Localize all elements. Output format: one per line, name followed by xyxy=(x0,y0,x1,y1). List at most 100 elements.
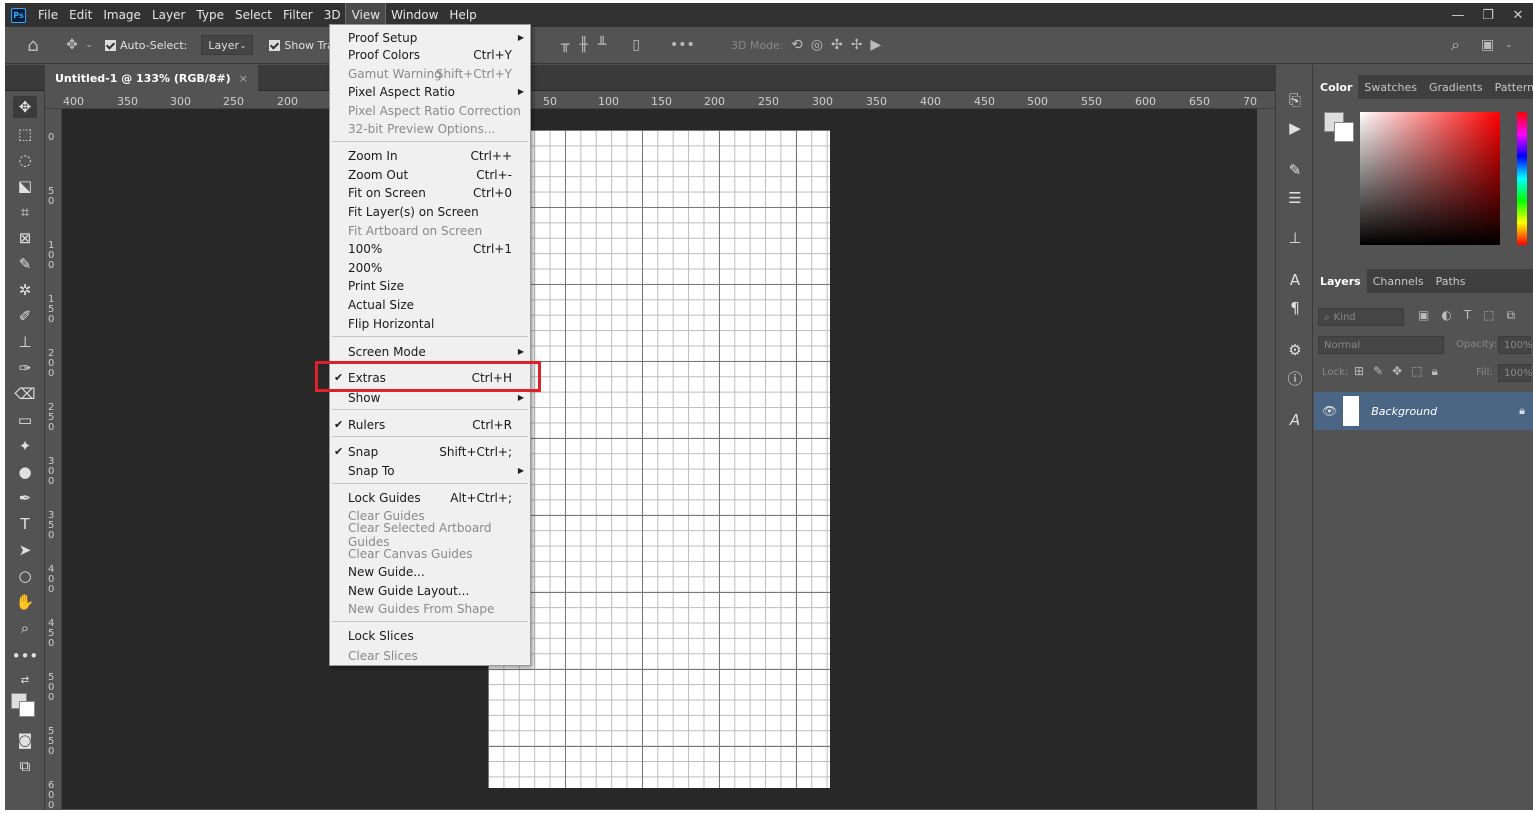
pen-tool-icon[interactable]: ✒ xyxy=(13,487,37,509)
menu-item-200-percent[interactable]: 200% xyxy=(330,258,530,277)
menu-image[interactable]: Image xyxy=(97,3,146,27)
type-filter-icon[interactable]: T xyxy=(1464,308,1471,323)
menu-item-100-percent[interactable]: 100% Ctrl+1 xyxy=(330,239,530,258)
fill-input[interactable]: 100% xyxy=(1498,364,1533,382)
background-color-swatch[interactable] xyxy=(19,701,35,717)
character-panel-icon[interactable]: A xyxy=(1283,269,1307,291)
screen-mode-icon[interactable]: ⧉ xyxy=(13,755,37,777)
image-filter-icon[interactable]: ▣ xyxy=(1418,308,1429,323)
history-panel-icon[interactable]: ⎘ xyxy=(1283,89,1307,111)
tab-paths[interactable]: Paths xyxy=(1430,269,1472,293)
align-bottom-icon[interactable]: ╨ xyxy=(598,37,606,53)
actions-panel-icon[interactable]: ▶ xyxy=(1283,117,1307,139)
menu-item-rulers[interactable]: ✔ Rulers Ctrl+R xyxy=(330,415,530,434)
move-tool-icon[interactable]: ✥ xyxy=(13,96,37,118)
layer-dropdown[interactable]: Layer ⌄ xyxy=(201,35,254,55)
quick-mask-icon[interactable]: ◙ xyxy=(13,729,37,751)
menu-edit[interactable]: Edit xyxy=(63,3,97,27)
healing-tool-icon[interactable]: ✲ xyxy=(13,279,37,301)
tab-layers[interactable]: Layers xyxy=(1314,269,1367,293)
info-icon[interactable]: ⓘ xyxy=(1283,367,1307,389)
history-brush-tool-icon[interactable]: ✑ xyxy=(13,357,37,379)
menu-item-proof-colors[interactable]: Proof Colors Ctrl+Y xyxy=(330,45,530,64)
menu-item-new-guide-layout[interactable]: New Guide Layout... xyxy=(330,581,530,600)
swap-colors-icon[interactable]: ⇄ xyxy=(13,669,37,691)
paragraph-panel-icon[interactable]: ¶ xyxy=(1283,297,1307,319)
menu-item-pixel-aspect-ratio[interactable]: Pixel Aspect Ratio ▶ xyxy=(330,82,530,101)
close-icon[interactable]: ✕ xyxy=(1503,3,1533,27)
horizontal-ruler[interactable]: 400 350 300 250 200 50 100 150 200 250 3… xyxy=(45,92,1275,109)
brush-tool-icon[interactable]: ✐ xyxy=(13,305,37,327)
orbit-3d-icon[interactable]: ⟲ xyxy=(791,37,803,53)
tab-swatches[interactable]: Swatches xyxy=(1358,75,1423,99)
menu-item-snap-to[interactable]: Snap To ▶ xyxy=(330,461,530,480)
color-picker-field[interactable] xyxy=(1360,112,1500,245)
eye-icon[interactable]: 👁︎ xyxy=(1322,404,1337,418)
menu-item-zoom-out[interactable]: Zoom Out Ctrl+- xyxy=(330,165,530,184)
canvas-workspace[interactable] xyxy=(62,109,1257,809)
zoom-tool-icon[interactable]: ⌕ xyxy=(13,617,37,639)
background-color-swatch[interactable] xyxy=(1334,122,1354,142)
menu-item-new-guide[interactable]: New Guide... xyxy=(330,562,530,581)
marquee-tool-icon[interactable]: ⬚ xyxy=(13,123,37,145)
lasso-tool-icon[interactable]: ◌ xyxy=(13,149,37,171)
gradient-tool-icon[interactable]: ▭ xyxy=(13,409,37,431)
dodge-tool-icon[interactable]: ● xyxy=(13,461,37,483)
tab-channels[interactable]: Channels xyxy=(1367,269,1430,293)
menu-select[interactable]: Select xyxy=(229,3,277,27)
tab-gradients[interactable]: Gradients xyxy=(1423,75,1489,99)
clone-source-icon[interactable]: ⊥ xyxy=(1283,227,1307,249)
libraries-icon[interactable]: ⚙ xyxy=(1283,339,1307,361)
shape-filter-icon[interactable]: ⬚ xyxy=(1483,308,1494,323)
smart-object-filter-icon[interactable]: ⧉ xyxy=(1507,308,1516,323)
menu-type[interactable]: Type xyxy=(190,3,229,27)
workspace-icon[interactable]: ▣ xyxy=(1481,37,1494,53)
opacity-input[interactable]: 100% xyxy=(1498,336,1533,354)
menu-item-lock-slices[interactable]: Lock Slices xyxy=(330,626,530,645)
camera-3d-icon[interactable]: ▶ xyxy=(870,37,881,53)
menu-item-snap[interactable]: ✔ Snap Shift+Ctrl+; xyxy=(330,442,530,461)
menu-item-fit-layers[interactable]: Fit Layer(s) on Screen xyxy=(330,202,530,221)
chevron-down-icon[interactable]: ⌄ xyxy=(1505,40,1513,50)
menu-item-extras[interactable]: ✔ Extras Ctrl+H xyxy=(330,368,530,387)
menu-filter[interactable]: Filter xyxy=(277,3,318,27)
menu-item-flip-horizontal[interactable]: Flip Horizontal xyxy=(330,314,530,333)
auto-select-checkbox[interactable]: Auto-Select: xyxy=(105,39,187,52)
chevron-down-icon[interactable]: ⌄ xyxy=(83,40,95,50)
menu-item-print-size[interactable]: Print Size xyxy=(330,276,530,295)
tab-color[interactable]: Color xyxy=(1314,75,1359,99)
ellipse-tool-icon[interactable]: ○ xyxy=(13,565,37,587)
menu-item-fit-on-screen[interactable]: Fit on Screen Ctrl+0 xyxy=(330,183,530,202)
menu-item-screen-mode[interactable]: Screen Mode ▶ xyxy=(330,342,530,361)
menu-item-zoom-in[interactable]: Zoom In Ctrl++ xyxy=(330,146,530,165)
menu-item-show[interactable]: Show ▶ xyxy=(330,388,530,407)
type-tool-icon[interactable]: T xyxy=(13,513,37,535)
search-icon[interactable]: ⌕ xyxy=(1451,35,1460,55)
menu-item-lock-guides[interactable]: Lock Guides Alt+Ctrl+; xyxy=(330,488,530,507)
minimize-icon[interactable]: — xyxy=(1443,3,1473,27)
lock-artboard-icon[interactable]: ⬚ xyxy=(1411,364,1422,379)
align-top-icon[interactable]: ╥ xyxy=(561,37,569,53)
glyphs-icon[interactable]: A xyxy=(1283,409,1307,431)
drag-3d-icon[interactable]: ✣ xyxy=(831,37,843,53)
menu-layer[interactable]: Layer xyxy=(146,3,190,27)
eraser-tool-icon[interactable]: ⌫ xyxy=(13,383,37,405)
lock-pixels-icon[interactable]: ✎ xyxy=(1373,364,1383,379)
menu-item-actual-size[interactable]: Actual Size xyxy=(330,295,530,314)
menu-file[interactable]: File xyxy=(32,3,63,27)
frame-tool-icon[interactable]: ⊠ xyxy=(13,227,37,249)
restore-icon[interactable]: ❐ xyxy=(1473,3,1503,27)
close-tab-icon[interactable]: × xyxy=(239,72,248,85)
lock-all-icon[interactable]: 🔒︎ xyxy=(1432,364,1438,379)
layer-row-background[interactable]: 👁︎ Background 🔒︎ xyxy=(1314,392,1533,430)
stamp-tool-icon[interactable]: ⊥ xyxy=(13,331,37,353)
lock-position-icon[interactable]: ✥ xyxy=(1392,364,1402,379)
adjustment-filter-icon[interactable]: ◐ xyxy=(1441,308,1451,323)
home-icon[interactable]: ⌂ xyxy=(21,35,45,56)
eyedropper-tool-icon[interactable]: ✎ xyxy=(13,253,37,275)
align-middle-icon[interactable]: ╫ xyxy=(579,37,587,53)
distribute-icon[interactable]: ▯ xyxy=(632,37,640,53)
more-options-icon[interactable]: ••• xyxy=(670,37,695,53)
roll-3d-icon[interactable]: ◎ xyxy=(811,37,823,53)
document-canvas-with-grid[interactable] xyxy=(488,130,830,788)
